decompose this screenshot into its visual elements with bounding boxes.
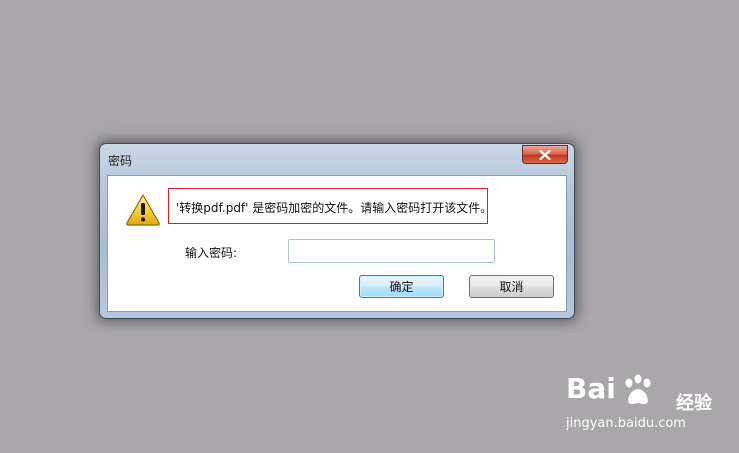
desktop-background: 密码 '转换pdf.pdf' 是密码加密的文件。请输入密码打开该文件。 输入密码… xyxy=(0,0,739,453)
close-button[interactable] xyxy=(522,145,568,164)
baidu-watermark: Bai 经验 jingyan.baidu.com xyxy=(566,372,731,438)
dialog-titlebar[interactable]: 密码 xyxy=(100,144,574,175)
paw-icon xyxy=(625,374,651,405)
message-highlight: '转换pdf.pdf' 是密码加密的文件。请输入密码打开该文件。 xyxy=(168,188,492,224)
warning-icon xyxy=(126,194,160,226)
cancel-button[interactable]: 取消 xyxy=(469,275,554,298)
message-text: '转换pdf.pdf' 是密码加密的文件。请输入密码打开该文件。 xyxy=(176,201,493,215)
dialog-content: '转换pdf.pdf' 是密码加密的文件。请输入密码打开该文件。 输入密码: 确… xyxy=(107,175,567,312)
watermark-brand: 经验 xyxy=(676,393,712,414)
watermark-url: jingyan.baidu.com xyxy=(566,416,686,431)
ok-button[interactable]: 确定 xyxy=(359,275,444,298)
password-input[interactable] xyxy=(288,239,495,263)
password-dialog: 密码 '转换pdf.pdf' 是密码加密的文件。请输入密码打开该文件。 输入密码… xyxy=(99,143,575,319)
close-icon xyxy=(539,149,551,160)
watermark-logo: Bai xyxy=(566,372,616,405)
dialog-title: 密码 xyxy=(108,154,133,168)
password-label: 输入密码: xyxy=(185,246,238,260)
